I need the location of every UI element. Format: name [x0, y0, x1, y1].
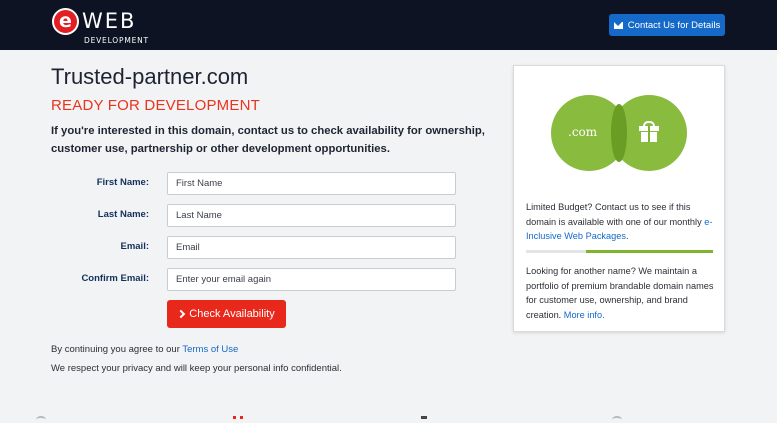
com-label: .com	[568, 125, 598, 139]
terms-of-use-link[interactable]: Terms of Use	[182, 344, 238, 355]
logo-subtitle: DEVELOPMENT	[84, 36, 149, 45]
eweb-logo[interactable]: e WEB DEVELOPMENT	[52, 8, 162, 45]
another-text: Looking for another name? We maintain a …	[526, 266, 714, 320]
intro-text: If you're interested in this domain, con…	[51, 125, 485, 155]
circle-overlap	[611, 104, 627, 162]
email-label: Email:	[120, 241, 149, 252]
logo-e-mark: e	[52, 8, 79, 35]
check-availability-button[interactable]: Check Availability	[167, 300, 286, 328]
gift-icon	[639, 121, 659, 142]
budget-text: Limited Budget? Contact us to see if thi…	[526, 202, 705, 227]
last-name-input[interactable]	[167, 204, 456, 227]
logo-wordmark: WEB	[82, 9, 137, 33]
email-input[interactable]	[167, 236, 456, 259]
limited-budget-text: Limited Budget? Contact us to see if thi…	[526, 200, 716, 244]
feature-icon-2	[233, 416, 243, 423]
sidebar-divider	[526, 250, 713, 253]
confirm-email-row: Confirm Email:	[60, 268, 460, 291]
bottom-feature-icons	[0, 414, 777, 423]
first-name-label: First Name:	[96, 177, 149, 188]
top-navbar: e WEB DEVELOPMENT Contact Us for Details	[0, 0, 777, 50]
envelope-icon	[613, 21, 623, 29]
sidebar-card: .com Limited Budget? Contact us to see i…	[513, 65, 725, 332]
feature-icon-4	[612, 416, 622, 423]
divider-accent	[586, 250, 713, 253]
contact-us-label: Contact Us for Details	[627, 19, 721, 31]
ready-headline: READY FOR DEVELOPMENT	[51, 97, 260, 114]
first-name-input[interactable]	[167, 172, 456, 195]
another-name-text: Looking for another name? We maintain a …	[526, 264, 716, 322]
last-name-label: Last Name:	[97, 209, 149, 220]
feature-icon-1	[36, 416, 46, 423]
chevron-right-icon	[177, 309, 186, 318]
contact-us-button[interactable]: Contact Us for Details	[609, 14, 725, 36]
more-info-link[interactable]: More info.	[564, 310, 605, 320]
last-name-row: Last Name:	[60, 204, 460, 227]
terms-notice: By continuing you agree to our Terms of …	[51, 344, 238, 355]
domain-title: Trusted-partner.com	[51, 64, 249, 89]
privacy-notice: We respect your privacy and will keep yo…	[51, 363, 342, 374]
feature-icon-3	[421, 416, 427, 423]
confirm-email-label: Confirm Email:	[81, 273, 149, 284]
confirm-email-input[interactable]	[167, 268, 456, 291]
budget-suffix: .	[625, 231, 629, 241]
check-availability-label: Check Availability	[189, 308, 275, 320]
terms-prefix: By continuing you agree to our	[51, 344, 183, 355]
first-name-row: First Name:	[60, 172, 460, 195]
com-gift-graphic: .com	[550, 95, 690, 175]
email-row: Email:	[60, 236, 460, 259]
